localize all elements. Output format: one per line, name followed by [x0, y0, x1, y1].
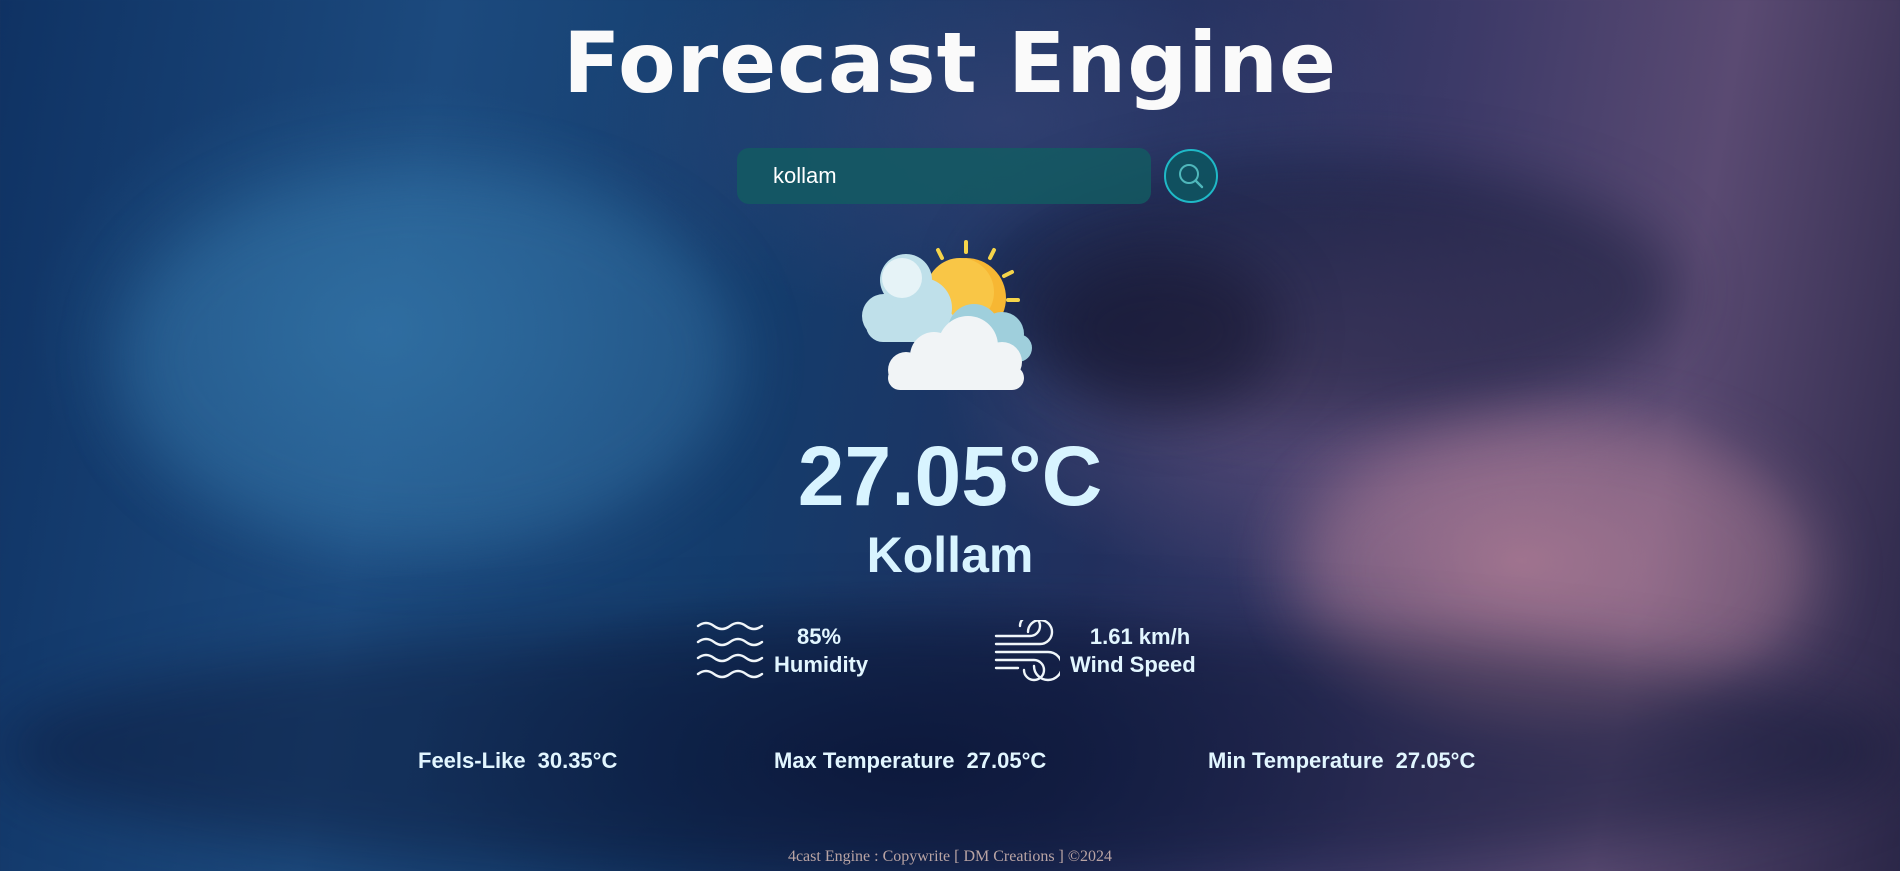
footer-copyright: 4cast Engine : Copywrite [ DM Creations …: [787, 848, 1113, 865]
feels-like-stat: Feels-Like 30.35°C: [418, 748, 617, 774]
wind-icon: [994, 620, 1060, 682]
feels-like-label: Feels-Like: [418, 748, 526, 773]
min-temperature-value: 27.05°C: [1395, 748, 1476, 773]
max-temperature-label: Max Temperature: [774, 748, 955, 773]
humidity-label: Humidity: [774, 652, 869, 677]
app-title: Forecast Engine: [563, 14, 1337, 112]
search-icon: [1179, 164, 1204, 189]
max-temperature-stat: Max Temperature 27.05°C: [774, 748, 1046, 774]
partly-cloudy-icon: [862, 238, 1038, 390]
min-temperature-label: Min Temperature: [1208, 748, 1384, 773]
waves-icon: [696, 621, 764, 679]
feels-like-value: 30.35°C: [537, 748, 618, 773]
min-temperature-stat: Min Temperature 27.05°C: [1208, 748, 1475, 774]
city-search-input[interactable]: [737, 148, 1151, 204]
wind-panel: 1.61 km/h Wind Speed: [994, 616, 1214, 686]
city-name: Kollam: [866, 527, 1034, 583]
humidity-value: 85%: [796, 624, 842, 649]
search-bar: [737, 148, 1219, 206]
current-temperature: 27.05°C: [797, 429, 1103, 523]
wind-speed-value: 1.61 km/h: [1089, 624, 1191, 649]
wind-speed-label: Wind Speed: [1070, 652, 1196, 677]
max-temperature-value: 27.05°C: [966, 748, 1047, 773]
background-cloud: [0, 620, 1900, 871]
humidity-panel: 85% Humidity: [696, 616, 896, 686]
search-button[interactable]: [1164, 149, 1218, 203]
background-cloud: [1040, 250, 1280, 410]
